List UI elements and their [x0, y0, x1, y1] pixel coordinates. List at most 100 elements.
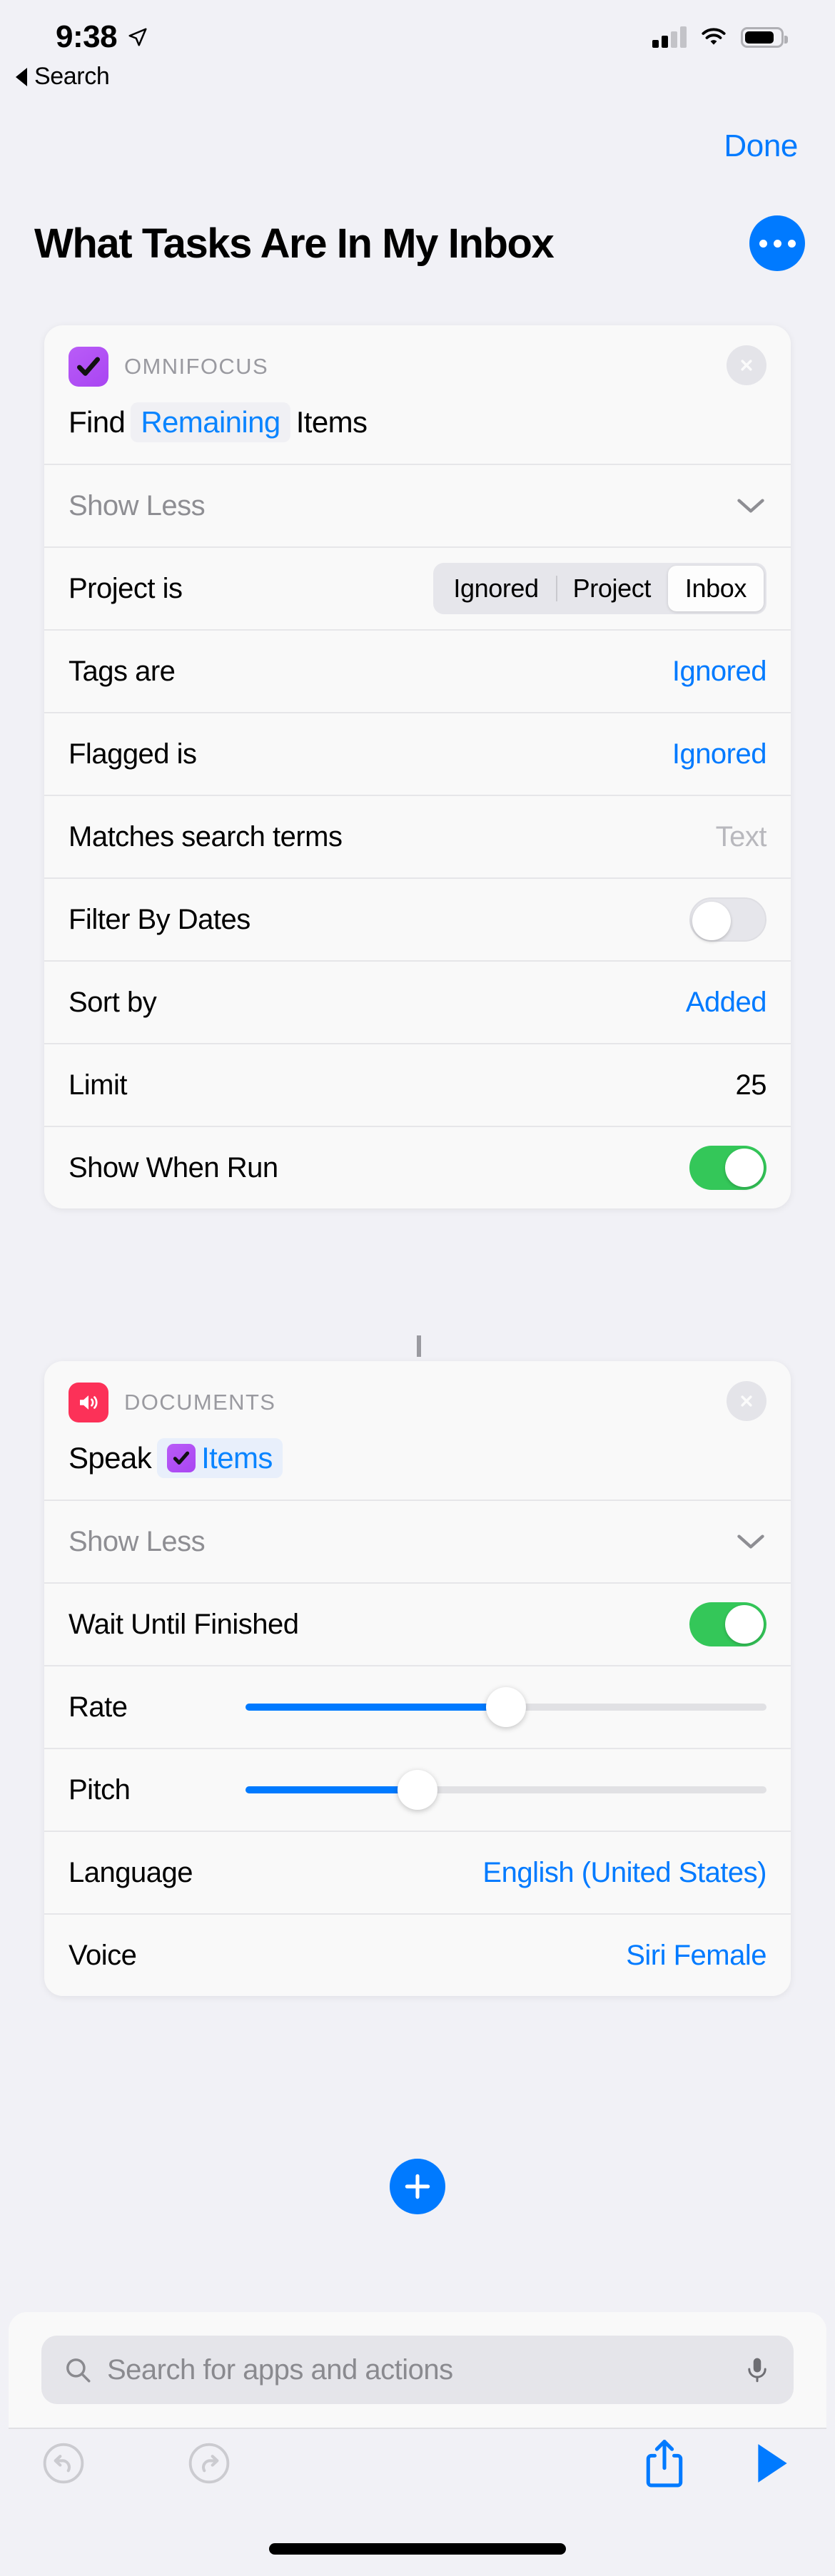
- slider-fill: [246, 1704, 506, 1711]
- search-input[interactable]: Search for apps and actions: [107, 2354, 728, 2386]
- toggle-filter-by-dates[interactable]: [689, 897, 766, 942]
- search-terms-input[interactable]: Text: [716, 821, 767, 853]
- segmented-control-project[interactable]: Ignored Project Inbox: [433, 563, 766, 614]
- segment-project[interactable]: Project: [555, 566, 668, 611]
- undo-button[interactable]: [41, 2441, 86, 2485]
- row-value-voice[interactable]: Siri Female: [626, 1940, 766, 1972]
- row-voice[interactable]: Voice Siri Female: [44, 1913, 791, 1996]
- row-label-sort-by: Sort by: [69, 986, 157, 1018]
- back-label: Search: [34, 63, 110, 90]
- share-icon: [646, 2440, 683, 2488]
- done-button[interactable]: Done: [724, 128, 798, 164]
- close-x-icon[interactable]: [727, 1381, 766, 1421]
- row-limit[interactable]: Limit 25: [44, 1043, 791, 1126]
- action-app-name: DOCUMENTS: [124, 1390, 276, 1415]
- chevron-down-icon: [737, 499, 764, 513]
- segment-ignored[interactable]: Ignored: [436, 566, 555, 611]
- toggle-wait-until-finished[interactable]: [689, 1602, 766, 1646]
- status-bar-left: 9:38: [56, 19, 148, 55]
- row-label-show-when-run: Show When Run: [69, 1151, 278, 1183]
- home-indicator: [269, 2543, 566, 2555]
- action-word-items: Items: [295, 405, 368, 439]
- more-options-button[interactable]: [749, 215, 805, 271]
- slider-thumb[interactable]: [486, 1687, 526, 1727]
- toggle-show-when-run[interactable]: [689, 1146, 766, 1190]
- show-less-row-documents[interactable]: Show Less: [44, 1500, 791, 1582]
- action-title-documents[interactable]: Speak Items: [44, 1422, 791, 1500]
- row-label-limit: Limit: [69, 1069, 127, 1101]
- slider-pitch[interactable]: [246, 1768, 766, 1812]
- cellular-signal-icon: [652, 26, 687, 48]
- redo-button[interactable]: [187, 2441, 231, 2485]
- row-value-limit[interactable]: 25: [736, 1069, 767, 1101]
- title-row: What Tasks Are In My Inbox: [34, 215, 805, 271]
- row-value-language[interactable]: English (United States): [482, 1857, 766, 1889]
- action-card-header: OMNIFOCUS: [44, 325, 791, 387]
- microphone-icon[interactable]: [742, 2355, 772, 2385]
- row-project-is[interactable]: Project is Ignored Project Inbox: [44, 546, 791, 629]
- row-label-wait-until-finished: Wait Until Finished: [69, 1608, 299, 1640]
- action-word-find: Find: [69, 405, 126, 439]
- location-arrow-icon: [128, 28, 147, 46]
- chevron-down-icon: [737, 1534, 764, 1549]
- row-label-flagged-is: Flagged is: [69, 738, 197, 770]
- play-icon: [758, 2444, 787, 2483]
- ellipsis-dot: [759, 239, 767, 248]
- action-card-omnifocus[interactable]: OMNIFOCUS Find Remaining Items Show Less…: [44, 325, 791, 1208]
- battery-icon: [741, 26, 788, 48]
- row-label-matches-search-terms: Matches search terms: [69, 820, 343, 852]
- ellipsis-dot: [773, 239, 781, 248]
- row-pitch[interactable]: Pitch: [44, 1748, 791, 1831]
- row-label-voice: Voice: [69, 1939, 137, 1971]
- ellipsis-dot: [787, 239, 796, 248]
- row-value-tags-are[interactable]: Ignored: [672, 656, 767, 688]
- back-button[interactable]: Search: [16, 63, 110, 91]
- row-value-flagged-is[interactable]: Ignored: [672, 738, 767, 770]
- action-token-items-label: Items: [201, 1441, 273, 1475]
- action-token-items[interactable]: Items: [157, 1438, 283, 1478]
- row-wait-until-finished[interactable]: Wait Until Finished: [44, 1582, 791, 1665]
- status-bar: 9:38: [0, 0, 835, 74]
- back-triangle-icon: [16, 67, 27, 86]
- undo-icon: [43, 2443, 84, 2484]
- row-rate[interactable]: Rate: [44, 1665, 791, 1748]
- action-title-omnifocus[interactable]: Find Remaining Items: [44, 387, 791, 464]
- shortcuts-editor-screen: 9:38 Search Done What Tasks Are In My In…: [0, 0, 835, 2576]
- status-bar-right: [652, 26, 788, 48]
- row-tags-are[interactable]: Tags are Ignored: [44, 629, 791, 712]
- action-card-header: DOCUMENTS: [44, 1361, 791, 1422]
- checkmark-icon: [167, 1444, 196, 1472]
- slider-thumb[interactable]: [397, 1770, 437, 1810]
- bottom-toolbar: [0, 2429, 835, 2498]
- toggle-knob: [692, 902, 731, 940]
- row-language[interactable]: Language English (United States): [44, 1831, 791, 1913]
- slider-rate[interactable]: [246, 1685, 766, 1729]
- close-x-icon[interactable]: [727, 345, 766, 385]
- row-flagged-is[interactable]: Flagged is Ignored: [44, 712, 791, 795]
- speaker-wave-icon: [69, 1383, 108, 1422]
- wifi-icon: [702, 28, 726, 45]
- row-value-sort-by[interactable]: Added: [686, 987, 767, 1019]
- add-action-button[interactable]: [390, 2159, 445, 2214]
- row-label-tags-are: Tags are: [69, 655, 176, 687]
- row-show-when-run[interactable]: Show When Run: [44, 1126, 791, 1208]
- row-label-pitch: Pitch: [69, 1773, 131, 1806]
- show-less-label: Show Less: [69, 489, 206, 521]
- action-card-documents[interactable]: DOCUMENTS Speak Items Show Less Wait Unt…: [44, 1361, 791, 1996]
- row-label-project-is: Project is: [69, 572, 183, 604]
- action-app-name: OMNIFOCUS: [124, 354, 269, 379]
- status-bar-time: 9:38: [56, 19, 118, 54]
- segment-inbox[interactable]: Inbox: [667, 566, 764, 611]
- row-matches-search-terms[interactable]: Matches search terms Text: [44, 795, 791, 877]
- row-filter-by-dates[interactable]: Filter By Dates: [44, 877, 791, 960]
- run-button[interactable]: [754, 2441, 791, 2485]
- checkmark-icon: [69, 347, 108, 387]
- search-bar[interactable]: Search for apps and actions: [41, 2336, 794, 2404]
- redo-icon: [188, 2443, 230, 2484]
- page-title: What Tasks Are In My Inbox: [34, 220, 555, 267]
- row-sort-by[interactable]: Sort by Added: [44, 960, 791, 1043]
- show-less-row-omnifocus[interactable]: Show Less: [44, 464, 791, 546]
- share-button[interactable]: [644, 2437, 685, 2490]
- show-less-label: Show Less: [69, 1525, 206, 1557]
- action-token-remaining[interactable]: Remaining: [131, 402, 290, 442]
